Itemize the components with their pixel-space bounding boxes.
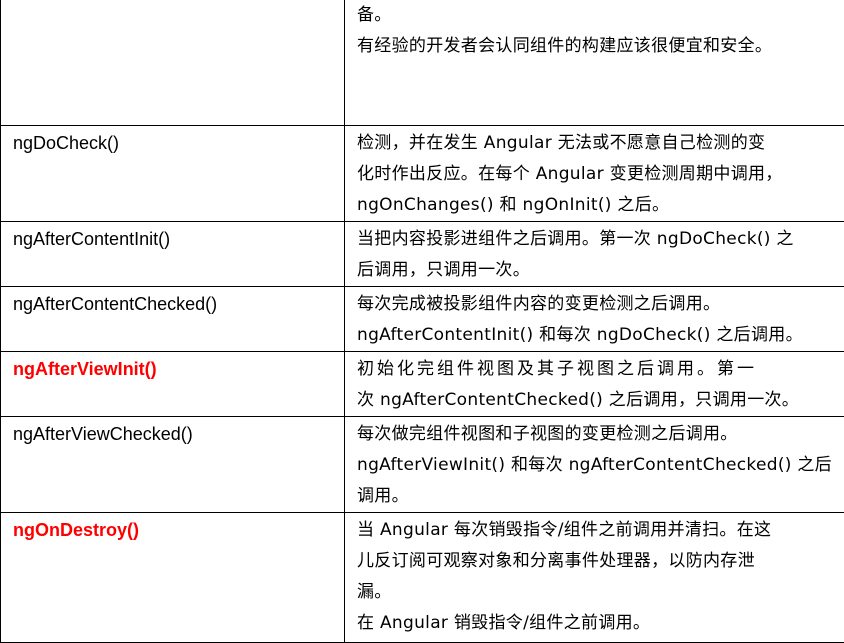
hook-name-cell: ngAfterContentChecked(): [1, 287, 345, 352]
table-row: ngAfterViewChecked() 每次做完组件视图和子视图的变更检测之后…: [1, 417, 844, 513]
hook-description-cell: 备。 有经验的开发者会认同组件的构建应该很便宜和安全。: [345, 0, 844, 126]
description-line: 儿反订阅可观察对象和分离事件处理器，以防内存泄: [357, 546, 844, 577]
hook-description-cell: 当 Angular 每次销毁指令/组件之前调用并清扫。在这 儿反订阅可观察对象和…: [345, 513, 844, 643]
description-line: 化时作出反应。在每个 Angular 变更检测周期中调用，: [357, 159, 844, 190]
hook-name-highlighted: ngOnDestroy(): [13, 513, 344, 546]
description-line: 漏。: [357, 577, 844, 608]
table-row: ngDoCheck() 检测，并在发生 Angular 无法或不愿意自己检测的变…: [1, 126, 844, 222]
description-line: ngAfterContentInit() 和每次 ngDoCheck() 之后调…: [357, 320, 844, 351]
hook-name: ngAfterViewChecked(): [13, 417, 344, 450]
table-row: ngAfterContentInit() 当把内容投影进组件之后调用。第一次 n…: [1, 222, 844, 287]
table-row: ngAfterContentChecked() 每次完成被投影组件内容的变更检测…: [1, 287, 844, 352]
description-line: 初始化完组件视图及其子视图之后调用。第一: [357, 352, 844, 385]
description-line: 每次完成被投影组件内容的变更检测之后调用。: [357, 287, 844, 320]
description-line: 当把内容投影进组件之后调用。第一次 ngDoCheck() 之: [357, 222, 844, 255]
description-line: ngOnChanges() 和 ngOnInit() 之后。: [357, 190, 844, 221]
hook-description-cell: 每次完成被投影组件内容的变更检测之后调用。 ngAfterContentInit…: [345, 287, 844, 352]
hook-description-cell: 初始化完组件视图及其子视图之后调用。第一 次 ngAfterContentChe…: [345, 352, 844, 417]
hook-name-cell: ngAfterViewInit(): [1, 352, 345, 417]
hook-name-highlighted: ngAfterViewInit(): [13, 352, 344, 385]
description-line: ngAfterViewInit() 和每次 ngAfterContentChec…: [357, 450, 844, 481]
table-row: ngAfterViewInit() 初始化完组件视图及其子视图之后调用。第一 次…: [1, 352, 844, 417]
description-line: 备。: [357, 0, 844, 31]
hook-name-cell: ngDoCheck(): [1, 126, 345, 222]
description-line: 次 ngAfterContentChecked() 之后调用，只调用一次。: [357, 385, 844, 416]
document-page: 备。 有经验的开发者会认同组件的构建应该很便宜和安全。 ngDoCheck() …: [0, 0, 844, 629]
hook-name-cell: [1, 0, 345, 126]
hook-description-cell: 当把内容投影进组件之后调用。第一次 ngDoCheck() 之 后调用，只调用一…: [345, 222, 844, 287]
hook-name-cell: ngAfterViewChecked(): [1, 417, 345, 513]
hook-name-cell: ngAfterContentInit(): [1, 222, 345, 287]
table-row: ngOnDestroy() 当 Angular 每次销毁指令/组件之前调用并清扫…: [1, 513, 844, 643]
lifecycle-hooks-table: 备。 有经验的开发者会认同组件的构建应该很便宜和安全。 ngDoCheck() …: [0, 0, 844, 643]
hook-name-cell: ngOnDestroy(): [1, 513, 345, 643]
description-line: 调用。: [357, 481, 844, 512]
description-line: 当 Angular 每次销毁指令/组件之前调用并清扫。在这: [357, 513, 844, 546]
hook-name: ngDoCheck(): [13, 126, 344, 159]
hook-name: ngAfterContentInit(): [13, 222, 344, 255]
hook-description-cell: 检测，并在发生 Angular 无法或不愿意自己检测的变 化时作出反应。在每个 …: [345, 126, 844, 222]
hook-name: ngAfterContentChecked(): [13, 287, 344, 320]
description-line: 后调用，只调用一次。: [357, 255, 844, 286]
description-line: 在 Angular 销毁指令/组件之前调用。: [357, 608, 844, 639]
hook-description-cell: 每次做完组件视图和子视图的变更检测之后调用。 ngAfterViewInit()…: [345, 417, 844, 513]
description-line: 每次做完组件视图和子视图的变更检测之后调用。: [357, 417, 844, 450]
table-row: 备。 有经验的开发者会认同组件的构建应该很便宜和安全。: [1, 0, 844, 126]
description-line: 有经验的开发者会认同组件的构建应该很便宜和安全。: [357, 31, 844, 62]
description-line: 检测，并在发生 Angular 无法或不愿意自己检测的变: [357, 126, 844, 159]
